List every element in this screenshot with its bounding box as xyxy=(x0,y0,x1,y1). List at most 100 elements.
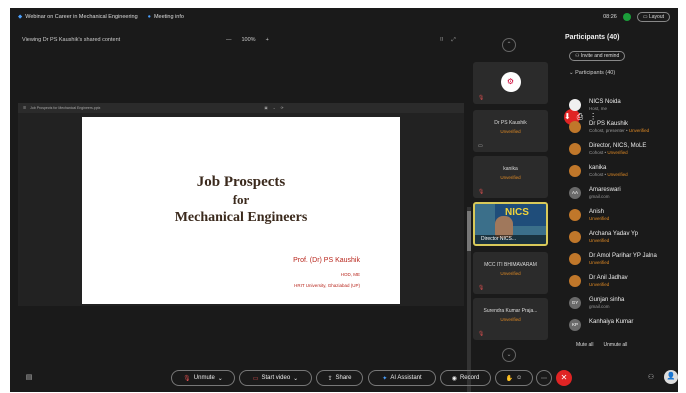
slide-role: HOD, ME xyxy=(340,272,360,277)
participant-status: Unverified xyxy=(607,172,628,177)
rotate-icon[interactable]: ⟳ xyxy=(281,106,284,110)
invite-label: Invite and remind xyxy=(580,53,620,59)
avatar xyxy=(569,209,581,221)
share-label: Share xyxy=(335,375,352,381)
participant-status: Unverified xyxy=(628,128,650,133)
mic-muted-icon: 🎙 xyxy=(478,189,485,195)
meeting-info-button[interactable]: ● Meeting info xyxy=(148,14,184,20)
slide-title-line3: Mechanical Engineers xyxy=(174,210,308,225)
participants-icon[interactable]: ⚇ xyxy=(644,371,658,385)
participant-role: Cohost, presenter • xyxy=(589,128,628,133)
ai-assistant-icon: ✦ xyxy=(382,375,388,382)
participant-status: Unverified xyxy=(589,260,610,265)
avatar xyxy=(569,253,581,265)
group-label: Participants (40) xyxy=(575,70,616,76)
panel-title: Participants (40) xyxy=(565,34,620,41)
mic-muted-icon: 🎙 xyxy=(478,95,485,101)
scroll-down-icon[interactable]: ⌄ xyxy=(502,348,516,362)
participant-list: NICS Noida Host, me Dr PS Kaushik Cohost, … xyxy=(565,98,678,348)
slide-title-line2: for xyxy=(232,192,250,207)
expand-icon[interactable]: ⤢ xyxy=(451,37,455,44)
slide-affiliation: HRIT University, Ghaziabad (UP) xyxy=(294,283,360,288)
list-item[interactable]: Dr Amol Parihar YP Jalna Unverified xyxy=(565,252,678,274)
video-tile[interactable]: MCC ITI BHIMAVARAM Unverified 🎙 xyxy=(473,252,548,294)
avatar xyxy=(569,143,581,155)
layout-button[interactable]: ▭ Layout xyxy=(636,12,670,22)
participant-role: Cohost • xyxy=(589,150,607,155)
page-indicator-icon[interactable]: ▣ xyxy=(264,106,267,110)
participant-name: Dr PS Kaushik xyxy=(589,121,629,127)
participant-status: Unverified xyxy=(607,150,628,155)
participant-name: Kanhaiya Kumar xyxy=(589,319,634,325)
tile-name: MCC ITI BHIMAVARAM xyxy=(484,262,537,268)
tile-name: Surendra Kumar Praja... xyxy=(483,308,538,314)
avatar: AA xyxy=(569,187,581,199)
connection-status-icon[interactable] xyxy=(622,13,631,21)
list-item[interactable]: Archana Yadav Yp Unverified xyxy=(565,230,678,252)
participants-panel: Participants (40) ⚇ Invite and remind ⌄ … xyxy=(559,26,678,366)
participant-name: Amareswari xyxy=(589,187,621,193)
scroll-up-icon[interactable]: ⌃ xyxy=(502,38,516,52)
list-item[interactable]: GY Gunjan sinha gmail.com xyxy=(565,296,678,318)
viewing-text: Viewing Dr PS Kaushik's shared content xyxy=(22,37,121,43)
zoom-out-button[interactable]: — xyxy=(226,37,232,43)
video-off-icon: ▭ xyxy=(252,375,259,382)
list-item[interactable]: kanika Cohost • Unverified xyxy=(565,164,678,186)
zoom-level: 100% xyxy=(241,37,256,43)
start-video-button[interactable]: ▭ Start video ⌄ xyxy=(239,370,312,386)
tile-status: Unverified xyxy=(500,175,521,180)
participant-role: gmail.com xyxy=(589,194,610,199)
video-tile[interactable]: ⚙ 🎙 xyxy=(473,62,548,104)
more-options-button[interactable]: ⋯ xyxy=(536,370,552,386)
tile-name: kanika xyxy=(503,166,518,172)
meeting-title[interactable]: ◆ Webinar on Career in Mechanical Engine… xyxy=(18,14,138,20)
record-label: Record xyxy=(459,375,480,381)
record-button[interactable]: ◉ Record xyxy=(440,370,491,386)
avatar xyxy=(569,165,581,177)
list-item[interactable]: AA Amareswari gmail.com xyxy=(565,186,678,208)
list-item[interactable]: Anish Unverified xyxy=(565,208,678,230)
file-name: Job Prospects for Mechanical Engineers.p… xyxy=(30,106,101,110)
video-tile[interactable]: Surendra Kumar Praja... Unverified 🎙 xyxy=(473,298,548,340)
invite-button[interactable]: ⚇ Invite and remind xyxy=(569,51,626,61)
share-button[interactable]: ⇪ Share xyxy=(316,370,363,386)
participant-name: Anish xyxy=(589,209,605,215)
info-icon: ● xyxy=(147,14,151,20)
video-strip: ⌃ ⚙ 🎙 Dr PS Kaushik Unverified ▭ kanika … xyxy=(471,34,549,364)
webex-icon: ◆ xyxy=(18,14,23,20)
zoom-select-icon[interactable]: ⌄ xyxy=(273,106,276,110)
avatar[interactable]: 👤 xyxy=(664,370,678,384)
list-item[interactable]: Dr PS Kaushik Cohost, presenter • Unverif… xyxy=(565,120,678,142)
mute-all-button[interactable]: Mute all xyxy=(576,342,594,348)
mic-muted-icon: 🎙 xyxy=(478,331,485,337)
meeting-title-label: Webinar on Career in Mechanical Engineer… xyxy=(25,14,138,20)
mic-muted-icon: 🎙 xyxy=(478,285,485,291)
video-tile[interactable]: kanika Unverified 🎙 xyxy=(473,156,548,198)
annotate-icon[interactable]: ⌷ xyxy=(440,37,443,44)
top-bar: ◆ Webinar on Career in Mechanical Engine… xyxy=(10,8,678,26)
ai-assistant-button[interactable]: ✦ AI Assistant xyxy=(368,370,436,386)
list-item[interactable]: KP Kanhaiya Kumar xyxy=(565,318,678,340)
list-item[interactable]: Dr Anil Jadhav Unverified xyxy=(565,274,678,296)
reactions-button[interactable]: ✋ ☺ xyxy=(495,370,533,386)
participant-name: Gunjan sinha xyxy=(589,297,625,303)
tile-status: Unverified xyxy=(500,317,521,322)
slide-author: Prof. (Dr) PS Kaushik xyxy=(293,257,360,264)
slide-page: Job Prospects for Mechanical Engineers P… xyxy=(82,117,400,304)
start-video-label: Start video xyxy=(261,375,291,381)
list-item[interactable]: NICS Noida Host, me xyxy=(565,98,678,120)
zoom-in-button[interactable]: + xyxy=(266,37,269,43)
list-item[interactable]: Director, NICS, MoLE Cohost • Unverified xyxy=(565,142,678,164)
participant-status: Unverified xyxy=(589,216,610,221)
video-tile[interactable]: Dr PS Kaushik Unverified ▭ xyxy=(473,110,548,152)
document-toolbar: ☰ Job Prospects for Mechanical Engineers… xyxy=(18,103,597,125)
captions-icon[interactable]: ▤ xyxy=(22,371,36,385)
active-speaker-video[interactable]: NICS Director NICS... xyxy=(473,202,548,246)
unmute-button[interactable]: 🎙 Unmute ⌄ xyxy=(171,370,235,386)
menu-icon[interactable]: ☰ xyxy=(23,106,26,110)
unmute-all-button[interactable]: Unmute all xyxy=(604,342,628,348)
meeting-time: 08:26 xyxy=(603,14,617,20)
avatar xyxy=(569,231,581,243)
leave-meeting-button[interactable]: ✕ xyxy=(556,370,572,386)
participants-group-header[interactable]: ⌄ Participants (40) xyxy=(569,70,678,76)
